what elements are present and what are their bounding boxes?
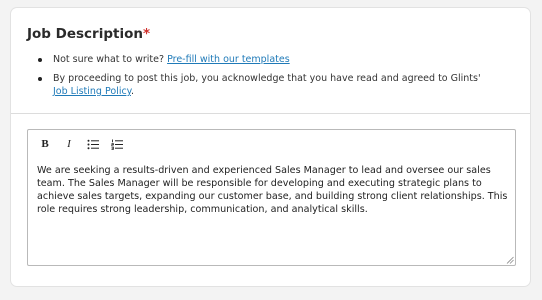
prefill-templates-link[interactable]: Pre-fill with our templates xyxy=(167,54,290,65)
bulleted-list-icon xyxy=(87,139,99,149)
job-listing-policy-link[interactable]: Job Listing Policy xyxy=(53,86,131,97)
editor-content[interactable]: We are seeking a results-driven and expe… xyxy=(37,164,512,216)
section-title: Job Description* xyxy=(27,26,150,42)
prefill-prefix: Not sure what to write? xyxy=(53,54,165,65)
section-title-text: Job Description xyxy=(27,26,143,42)
required-marker: * xyxy=(142,26,151,42)
bulleted-list-button[interactable] xyxy=(85,136,101,152)
policy-suffix: . xyxy=(130,86,134,97)
policy-note: By proceeding to post this job, you ackn… xyxy=(38,72,511,98)
resize-handle-icon[interactable] xyxy=(506,256,514,264)
job-description-card: Job Description* Not sure what to write?… xyxy=(11,8,530,286)
editor-toolbar: B I xyxy=(37,136,133,152)
italic-button[interactable]: I xyxy=(61,136,77,152)
job-description-editor[interactable]: B I We are seeking a results-driven and … xyxy=(27,129,516,266)
divider xyxy=(11,113,530,114)
help-notes: Not sure what to write? Pre-fill with ou… xyxy=(38,53,511,98)
numbered-list-button[interactable] xyxy=(109,136,125,152)
prefill-note: Not sure what to write? Pre-fill with ou… xyxy=(38,53,511,66)
numbered-list-icon xyxy=(111,139,123,150)
bold-button[interactable]: B xyxy=(37,136,53,152)
policy-text: By proceeding to post this job, you ackn… xyxy=(53,73,481,84)
